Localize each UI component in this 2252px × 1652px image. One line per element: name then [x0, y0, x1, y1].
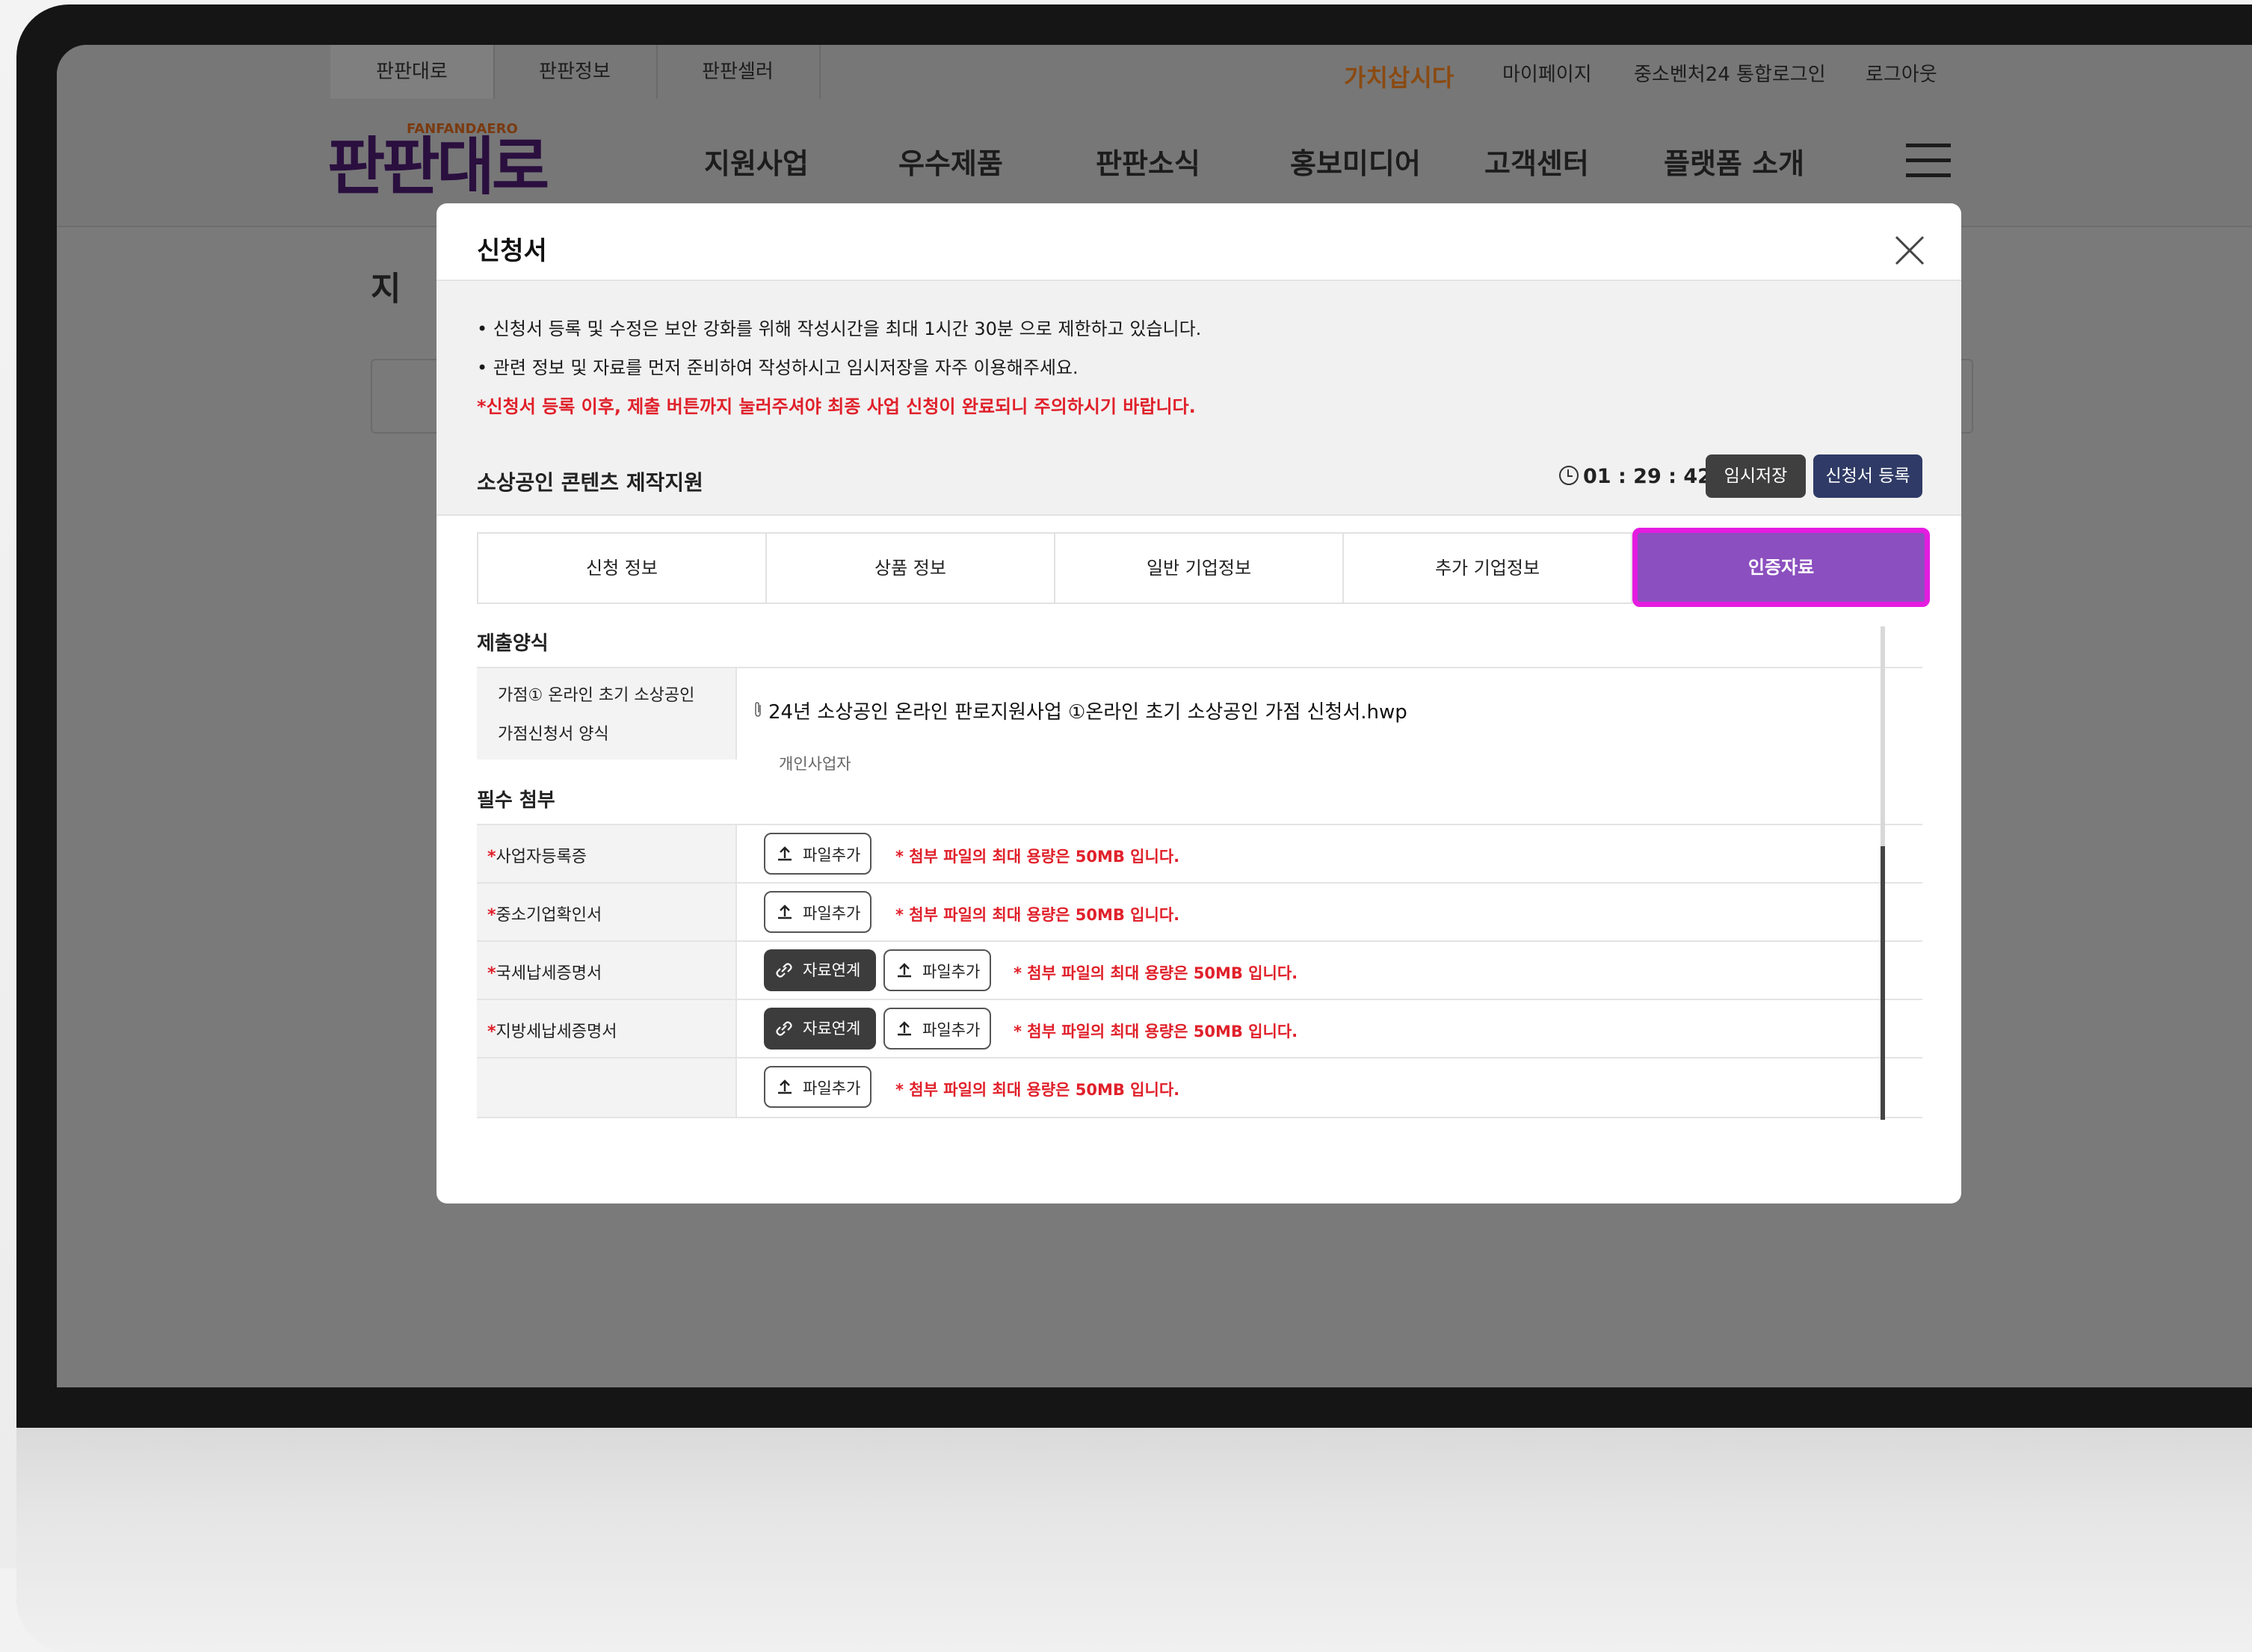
file-size-note: * 첨부 파일의 최대 용량은 50MB 입니다. [895, 906, 1180, 924]
add-file-button[interactable]: 파일추가 [764, 891, 872, 933]
monitor-chin [16, 1428, 2252, 1652]
form-content: 제출양식 가점① 온라인 초기 소상공인 가점신청서 양식 24년 소상공인 온… [477, 622, 1942, 1198]
file-size-note: * 첨부 파일의 최대 용량은 50MB 입니다. [1014, 1023, 1298, 1041]
required-mark: * [487, 964, 496, 983]
nav-item-about[interactable]: 플랫폼 소개 [1664, 141, 1804, 182]
scrollbar-thumb[interactable] [1881, 846, 1885, 1120]
file-size-note: * 첨부 파일의 최대 용량은 50MB 입니다. [895, 848, 1180, 866]
timer-value: 01 : 29 : 42 [1583, 465, 1712, 488]
mypage-link[interactable]: 마이페이지 [1502, 45, 1592, 99]
site-top-bar: 판판대로 판판정보 판판셀러 가치삽시다 마이페이지 중소벤처24 통합로그인 … [57, 45, 2252, 100]
section-required-attachments: 필수 첨부 [477, 789, 555, 812]
tab-product-info[interactable]: 상품 정보 [767, 534, 1055, 602]
attachment-label: 사업자등록증 [496, 848, 587, 866]
register-button[interactable]: 신청서 등록 [1813, 454, 1922, 498]
notice-prepare: • 관련 정보 및 자료를 먼저 준비하여 작성하시고 임시저장을 자주 이용해… [477, 357, 1079, 378]
personal-business-label: 개인사업자 [774, 752, 856, 774]
session-timer: 01 : 29 : 42 [1559, 465, 1712, 488]
logout-link[interactable]: 로그아웃 [1866, 45, 1937, 99]
attachment-label: 지방세납세증명서 [496, 1023, 617, 1041]
modal-title: 신청서 [477, 236, 547, 266]
attachment-label: 중소기업확인서 [496, 906, 602, 925]
tab-extra-company-info[interactable]: 추가 기업정보 [1344, 534, 1632, 602]
tab-application-info[interactable]: 신청 정보 [478, 534, 767, 602]
brand-badge[interactable]: 가치삽시다 [1344, 51, 1454, 105]
required-mark: * [487, 906, 496, 925]
upload-icon [898, 1021, 911, 1036]
page-heading: 지 [371, 270, 401, 308]
paperclip-icon [755, 702, 761, 717]
form-tabs: 신청 정보 상품 정보 일반 기업정보 추가 기업정보 인증자료 [477, 528, 1930, 607]
temp-save-button[interactable]: 임시저장 [1706, 454, 1806, 498]
nav-item-products[interactable]: 우수제품 [898, 141, 1003, 182]
site-logo-subtext: FANFANDAERO [407, 121, 518, 137]
notice-time-limit: • 신청서 등록 및 수정은 보안 강화를 위해 작성시간을 최대 1시간 30… [477, 318, 1202, 339]
section-submit-form: 제출양식 [477, 632, 549, 655]
submit-form-row: 가점① 온라인 초기 소상공인 가점신청서 양식 24년 소상공인 온라인 판로… [477, 667, 1922, 759]
form-name: 소상공인 콘텐츠 제작지원 [477, 470, 703, 495]
tab-certification[interactable]: 인증자료 [1632, 528, 1930, 607]
nav-item-news[interactable]: 판판소식 [1096, 141, 1200, 182]
file-size-note: * 첨부 파일의 최대 용량은 50MB 입니다. [895, 1081, 1180, 1099]
form-row-label-line2: 가점신청서 양식 [498, 725, 609, 744]
nav-item-support-center[interactable]: 고객센터 [1484, 141, 1589, 182]
required-mark: * [487, 848, 496, 866]
notice-warning: *신청서 등록 이후, 제출 버튼까지 눌러주셔야 최종 사업 신청이 완료되니… [477, 396, 1196, 417]
tab-company-info[interactable]: 일반 기업정보 [1055, 534, 1344, 602]
add-file-button[interactable]: 파일추가 [764, 1066, 872, 1108]
attachment-row: *중소기업확인서 파일추가 * 첨부 파일의 최대 용량은 50MB 입니다. [477, 882, 1922, 942]
link-icon [776, 963, 792, 978]
application-modal: 신청서 • 신청서 등록 및 수정은 보안 강화를 위해 작성시간을 최대 1시… [436, 203, 1961, 1203]
attachment-row: *지방세납세증명서 자료연계 파일추가 * 첨부 파일의 최대 용량은 50MB… [477, 999, 1922, 1058]
add-file-button[interactable]: 파일추가 [764, 833, 872, 875]
upload-icon [778, 904, 792, 919]
nav-item-media[interactable]: 홍보미디어 [1290, 141, 1421, 182]
data-link-button[interactable]: 자료연계 [764, 949, 876, 991]
screen: 판판대로 판판정보 판판셀러 가치삽시다 마이페이지 중소벤처24 통합로그인 … [57, 45, 2252, 1387]
hamburger-menu-icon[interactable] [1906, 144, 1951, 188]
add-file-button[interactable]: 파일추가 [883, 1008, 991, 1050]
form-row-label-line1: 가점① 온라인 초기 소상공인 [498, 686, 695, 705]
modal-header: 신청서 [436, 203, 1961, 281]
clock-icon [1559, 466, 1579, 485]
link-icon [776, 1021, 792, 1036]
nav-item-support[interactable]: 지원사업 [704, 141, 809, 182]
upload-icon [898, 963, 911, 978]
upload-icon [778, 846, 792, 861]
close-icon[interactable] [1892, 233, 1927, 268]
integrated-login-link[interactable]: 중소벤처24 통합로그인 [1634, 45, 1826, 99]
form-file-link[interactable]: 24년 소상공인 온라인 판로지원사업 ①온라인 초기 소상공인 가점 신청서.… [768, 697, 1407, 724]
data-link-button[interactable]: 자료연계 [764, 1008, 876, 1050]
attachment-row: *국세납세증명서 자료연계 파일추가 * 첨부 파일의 최대 용량은 50MB … [477, 940, 1922, 1000]
file-size-note: * 첨부 파일의 최대 용량은 50MB 입니다. [1014, 964, 1298, 982]
attachment-row: *사업자등록증 파일추가 * 첨부 파일의 최대 용량은 50MB 입니다. [477, 824, 1922, 884]
attachment-row: 파일추가 * 첨부 파일의 최대 용량은 50MB 입니다. [477, 1057, 1922, 1118]
upload-icon [778, 1079, 792, 1094]
required-mark: * [487, 1023, 496, 1041]
site-tab-info[interactable]: 판판정보 [493, 45, 658, 99]
attachment-label: 국세납세증명서 [496, 964, 602, 983]
site-tab-seller[interactable]: 판판셀러 [656, 45, 821, 99]
site-tab-fanfandaero[interactable]: 판판대로 [330, 45, 495, 99]
add-file-button[interactable]: 파일추가 [883, 949, 991, 991]
